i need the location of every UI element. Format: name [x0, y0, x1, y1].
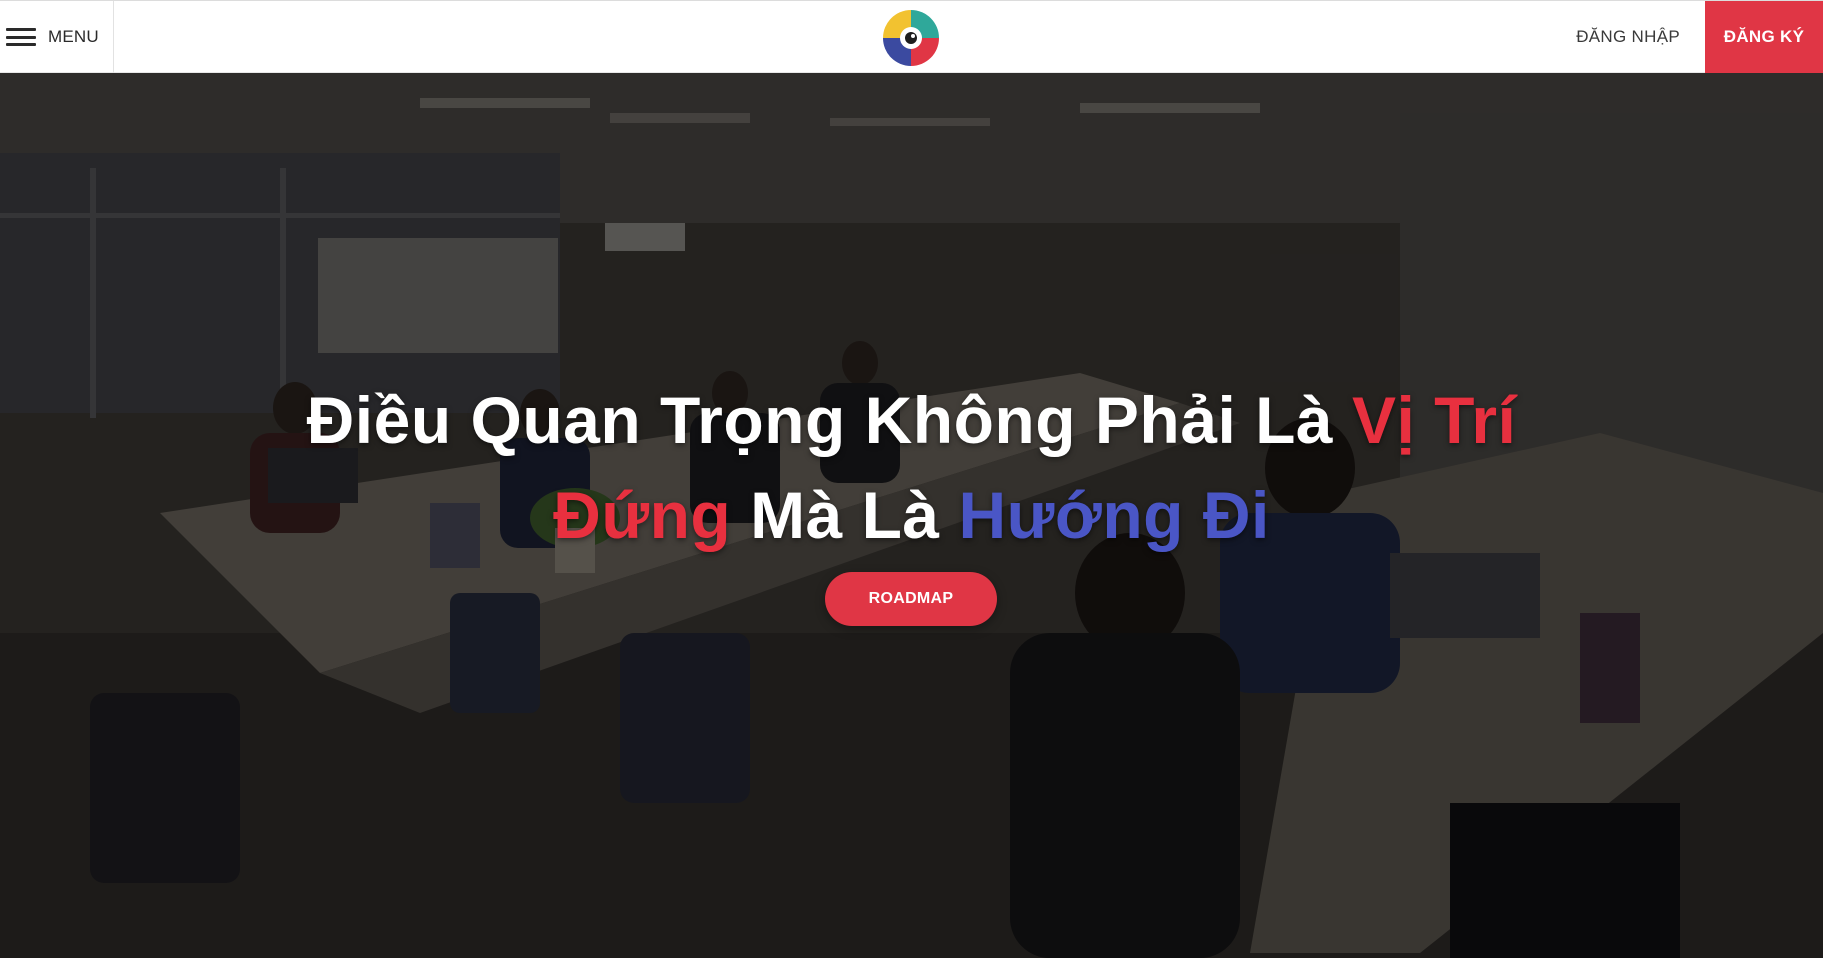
- headline-line2-red: Đứng: [553, 478, 732, 552]
- hero-section: Điều Quan Trọng Không Phải Là Vị Trí Đứn…: [0, 73, 1823, 958]
- login-link[interactable]: ĐĂNG NHẬP: [1576, 1, 1680, 73]
- headline-line2-white: Mà Là: [731, 478, 959, 552]
- brand-logo-svg: [883, 10, 939, 66]
- top-navbar: MENU ĐĂNG NHẬP ĐĂNG KÝ: [0, 0, 1823, 73]
- brand-logo-icon[interactable]: [880, 7, 942, 69]
- roadmap-button[interactable]: ROADMAP: [825, 572, 997, 626]
- menu-button[interactable]: MENU: [0, 1, 114, 73]
- menu-label: MENU: [48, 27, 99, 46]
- hamburger-icon: [6, 28, 36, 46]
- hero-headline: Điều Quan Trọng Không Phải Là Vị Trí Đứn…: [0, 373, 1823, 563]
- headline-line1-white: Điều Quan Trọng Không Phải Là: [306, 383, 1352, 457]
- headline-line2-blue: Hướng Đi: [958, 478, 1270, 552]
- headline-line1-red: Vị Trí: [1351, 383, 1517, 457]
- register-button[interactable]: ĐĂNG KÝ: [1705, 1, 1823, 73]
